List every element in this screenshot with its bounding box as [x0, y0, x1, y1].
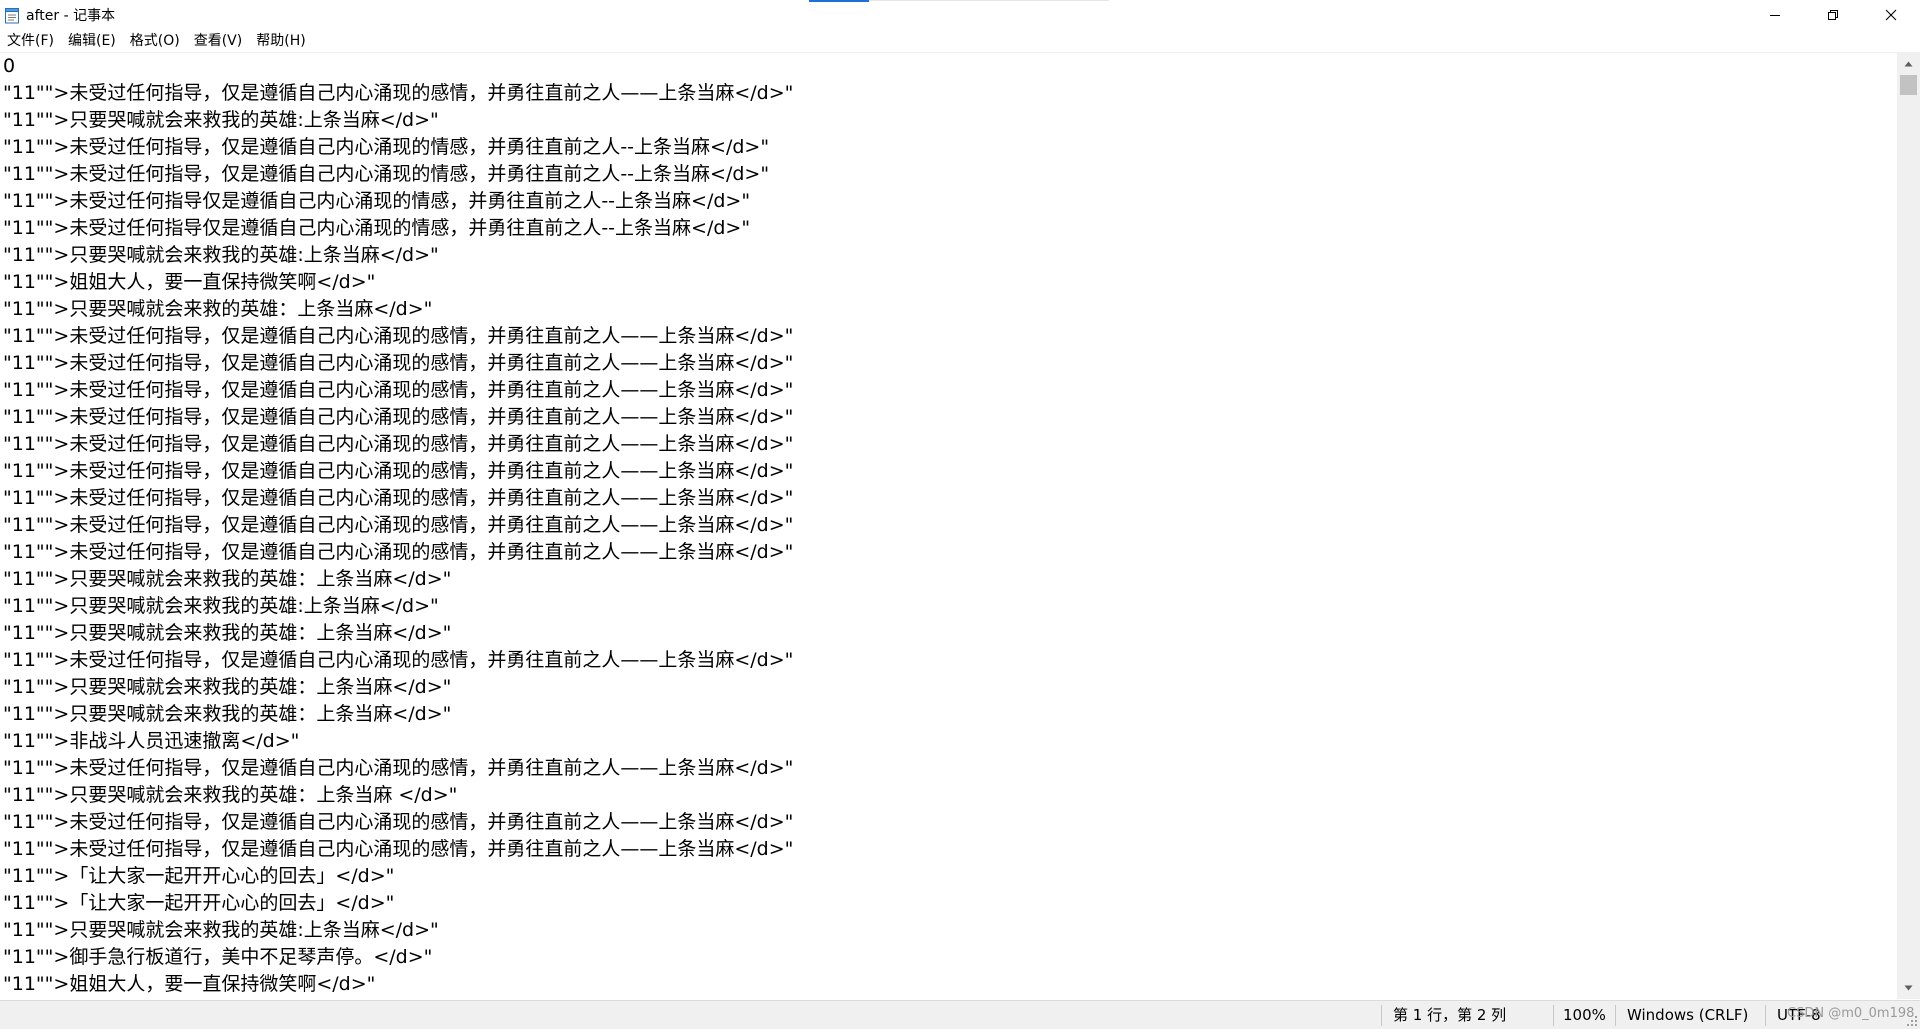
text-line: "11"">未受过任何指导，仅是遵循自己内心涌现的情感，并勇往直前之人--上条当…	[3, 136, 770, 158]
scroll-up-button[interactable]	[1897, 53, 1920, 75]
text-line: "11"">未受过任何指导，仅是遵循自己内心涌现的感情，并勇往直前之人——上条当…	[3, 757, 794, 779]
text-line: "11"">只要哭喊就会来救的英雄：上条当麻</d>"	[3, 298, 433, 320]
caption-buttons	[1746, 0, 1920, 30]
text-line: "11"">只要哭喊就会来救我的英雄：上条当麻</d>"	[3, 703, 452, 725]
scroll-down-button[interactable]	[1897, 977, 1920, 999]
resize-grip-icon[interactable]	[1906, 1015, 1918, 1027]
text-line: "11"">未受过任何指导，仅是遵循自己内心涌现的情感，并勇往直前之人--上条当…	[3, 163, 770, 185]
menu-bar: 文件(F) 编辑(E) 格式(O) 查看(V) 帮助(H)	[0, 30, 1920, 52]
restore-button[interactable]	[1804, 0, 1862, 30]
minimize-icon	[1770, 15, 1780, 16]
text-line: "11"">「让大家一起开开心心的回去」</d>"	[3, 865, 395, 887]
chevron-up-icon	[1904, 61, 1913, 67]
title-bar[interactable]: after - 记事本	[0, 0, 1920, 30]
text-line: "11"">只要哭喊就会来救我的英雄:上条当麻</d>"	[3, 109, 439, 131]
menu-view[interactable]: 查看(V)	[187, 30, 250, 52]
title-accent-line	[869, 0, 1109, 1]
menu-file[interactable]: 文件(F)	[0, 30, 61, 52]
title-accent	[809, 0, 869, 2]
text-line: "11"">未受过任何指导，仅是遵循自己内心涌现的感情，并勇往直前之人——上条当…	[3, 406, 794, 428]
watermark-text: CSDN @m0_0m198	[1787, 1006, 1915, 1021]
text-line: "11"">未受过任何指导，仅是遵循自己内心涌现的感情，并勇往直前之人——上条当…	[3, 460, 794, 482]
text-line: "11"">姐姐大人，要一直保持微笑啊</d>"	[3, 973, 376, 995]
text-line: "11"">未受过任何指导，仅是遵循自己内心涌现的感情，并勇往直前之人——上条当…	[3, 82, 794, 104]
text-line: "11"">未受过任何指导，仅是遵循自己内心涌现的感情，并勇往直前之人——上条当…	[3, 433, 794, 455]
notepad-icon	[4, 6, 20, 24]
status-divider	[1553, 1005, 1554, 1026]
line-ending: Windows (CRLF)	[1627, 1006, 1749, 1024]
text-line: "11"">未受过任何指导，仅是遵循自己内心涌现的感情，并勇往直前之人——上条当…	[3, 649, 794, 671]
status-divider	[1615, 1005, 1616, 1026]
text-line: "11"">只要哭喊就会来救我的英雄:上条当麻</d>"	[3, 919, 439, 941]
text-line: "11"">只要哭喊就会来救我的英雄：上条当麻 </d>"	[3, 784, 458, 806]
cursor-position: 第 1 行，第 2 列	[1393, 1006, 1507, 1024]
chevron-down-icon	[1904, 985, 1913, 991]
zoom-level: 100%	[1563, 1006, 1606, 1024]
text-line: "11"">御手急行板道行，美中不足琴声停。</d>"	[3, 946, 433, 968]
vertical-scrollbar[interactable]	[1897, 53, 1920, 999]
text-line: "11"">未受过任何指导，仅是遵循自己内心涌现的感情，并勇往直前之人——上条当…	[3, 379, 794, 401]
status-divider	[1381, 1005, 1382, 1026]
window-title: after - 记事本	[26, 8, 116, 24]
text-editor[interactable]: 0 "11"">未受过任何指导，仅是遵循自己内心涌现的感情，并勇往直前之人——上条…	[0, 53, 1897, 999]
minimize-button[interactable]	[1746, 0, 1804, 30]
text-line: "11"">未受过任何指导，仅是遵循自己内心涌现的感情，并勇往直前之人——上条当…	[3, 838, 794, 860]
status-bar: 第 1 行，第 2 列 100% Windows (CRLF) UTF-8 CS…	[0, 1000, 1920, 1029]
scroll-thumb[interactable]	[1900, 75, 1917, 95]
notepad-window: after - 记事本 文件(F) 编辑(E) 格式(O) 查看(V) 帮助(H…	[0, 0, 1920, 1029]
text-line: "11"">姐姐大人，要一直保持微笑啊</d>"	[3, 271, 376, 293]
menu-edit[interactable]: 编辑(E)	[61, 30, 123, 52]
text-line: "11"">「让大家一起开开心心的回去」</d>"	[3, 892, 395, 914]
close-icon	[1885, 9, 1897, 21]
text-line: "11"">未受过任何指导，仅是遵循自己内心涌现的感情，并勇往直前之人——上条当…	[3, 514, 794, 536]
text-line: "11"">只要哭喊就会来救我的英雄：上条当麻</d>"	[3, 568, 452, 590]
menu-format[interactable]: 格式(O)	[123, 30, 187, 52]
text-line: "11"">未受过任何指导，仅是遵循自己内心涌现的感情，并勇往直前之人——上条当…	[3, 811, 794, 833]
text-line: "11"">只要哭喊就会来救我的英雄：上条当麻</d>"	[3, 676, 452, 698]
text-line: "11"">未受过任何指导，仅是遵循自己内心涌现的感情，并勇往直前之人——上条当…	[3, 487, 794, 509]
text-line: "11"">未受过任何指导仅是遵循自己内心涌现的情感，并勇往直前之人--上条当麻…	[3, 190, 751, 212]
status-divider	[1765, 1005, 1766, 1026]
text-line: 0	[3, 55, 16, 77]
text-line: "11"">只要哭喊就会来救我的英雄：上条当麻</d>"	[3, 622, 452, 644]
text-line: "11"">只要哭喊就会来救我的英雄:上条当麻</d>"	[3, 595, 439, 617]
restore-icon	[1828, 10, 1838, 20]
text-line: "11"">非战斗人员迅速撤离</d>"	[3, 730, 300, 752]
text-line: "11"">只要哭喊就会来救我的英雄:上条当麻</d>"	[3, 244, 439, 266]
close-button[interactable]	[1862, 0, 1920, 30]
text-line: "11"">未受过任何指导，仅是遵循自己内心涌现的感情，并勇往直前之人——上条当…	[3, 541, 794, 563]
text-line: "11"">未受过任何指导，仅是遵循自己内心涌现的感情，并勇往直前之人——上条当…	[3, 352, 794, 374]
text-line: "11"">未受过任何指导仅是遵循自己内心涌现的情感，并勇往直前之人--上条当麻…	[3, 217, 751, 239]
menu-help[interactable]: 帮助(H)	[249, 30, 312, 52]
text-line: "11"">未受过任何指导，仅是遵循自己内心涌现的感情，并勇往直前之人——上条当…	[3, 325, 794, 347]
